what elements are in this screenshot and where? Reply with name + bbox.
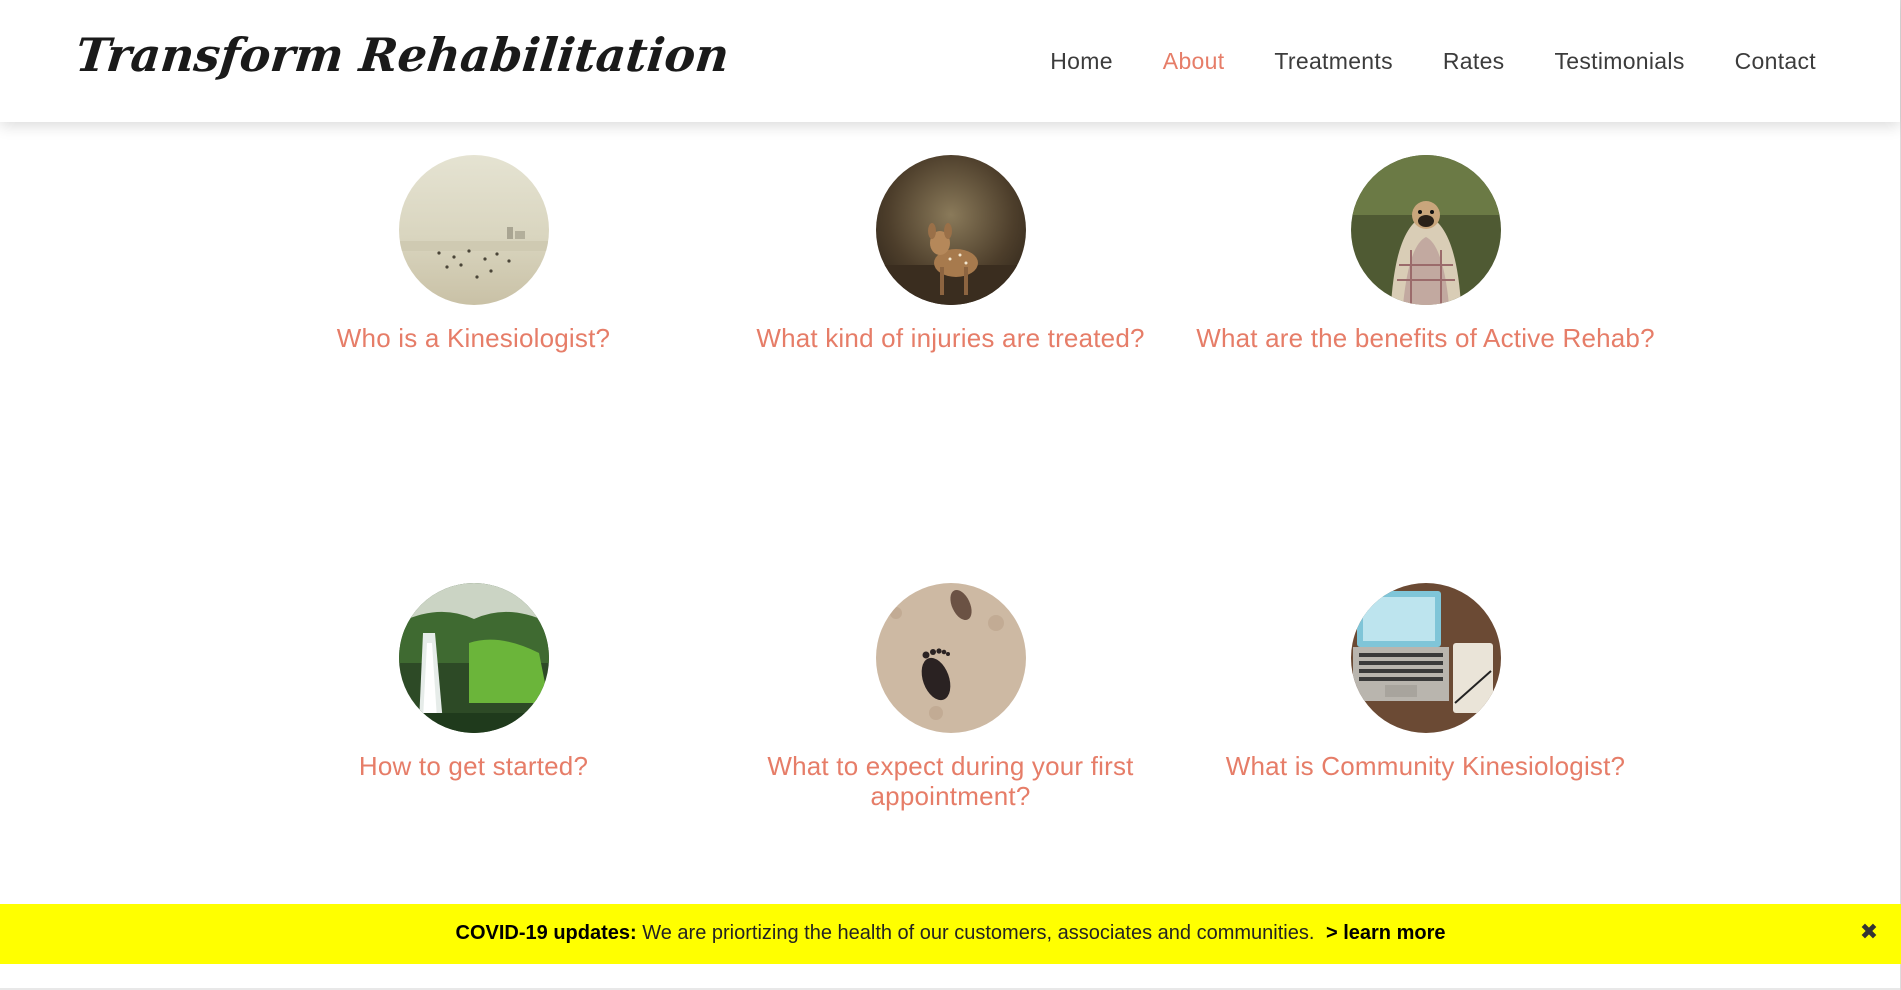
banner-prefix: COVID-19 updates: [455,922,637,944]
nav-home[interactable]: Home [1050,48,1113,75]
banner-text: COVID-19 updates: We are priortizing the… [0,922,1901,945]
close-icon[interactable]: ✖ [1857,920,1881,944]
card-title[interactable]: What are the benefits of Active Rehab? [1188,323,1663,353]
site-header: Transform Rehabilitation Home About Trea… [0,0,1900,122]
faq-card-injuries[interactable]: What kind of injuries are treated? [713,155,1188,353]
laptop-desk-photo[interactable] [1350,583,1501,733]
site-logo[interactable]: Transform Rehabilitation [73,28,732,82]
faq-card-kinesiologist[interactable]: Who is a Kinesiologist? [236,155,711,353]
learn-more-link[interactable]: > learn more [1326,922,1446,944]
waterfall-photo[interactable] [398,583,549,733]
nav-testimonials[interactable]: Testimonials [1554,48,1684,75]
faq-card-benefits[interactable]: What are the benefits of Active Rehab? [1188,155,1663,353]
faq-card-get-started[interactable]: How to get started? [236,583,711,781]
covid-banner: COVID-19 updates: We are priortizing the… [0,904,1901,964]
card-title[interactable]: What to expect during your first appoint… [713,751,1188,811]
nav-contact[interactable]: Contact [1735,48,1816,75]
faq-grid: Who is a Kinesiologist? What kind of inj… [0,0,1901,900]
main-nav: Home About Treatments Rates Testimonials… [1050,48,1816,75]
footprints-photo[interactable] [875,583,1026,733]
pug-blanket-photo[interactable] [1350,155,1501,305]
card-title[interactable]: What kind of injuries are treated? [713,323,1188,353]
nav-about[interactable]: About [1163,48,1225,75]
fawn-photo[interactable] [875,155,1026,305]
card-title[interactable]: What is Community Kinesiologist? [1188,751,1663,781]
faq-card-community[interactable]: What is Community Kinesiologist? [1188,583,1663,781]
nav-treatments[interactable]: Treatments [1274,48,1392,75]
nav-rates[interactable]: Rates [1443,48,1505,75]
beach-photo[interactable] [398,155,549,305]
banner-message: We are priortizing the health of our cus… [642,922,1315,944]
faq-card-first-appointment[interactable]: What to expect during your first appoint… [713,583,1188,811]
card-title[interactable]: How to get started? [236,751,711,781]
card-title[interactable]: Who is a Kinesiologist? [236,323,711,353]
